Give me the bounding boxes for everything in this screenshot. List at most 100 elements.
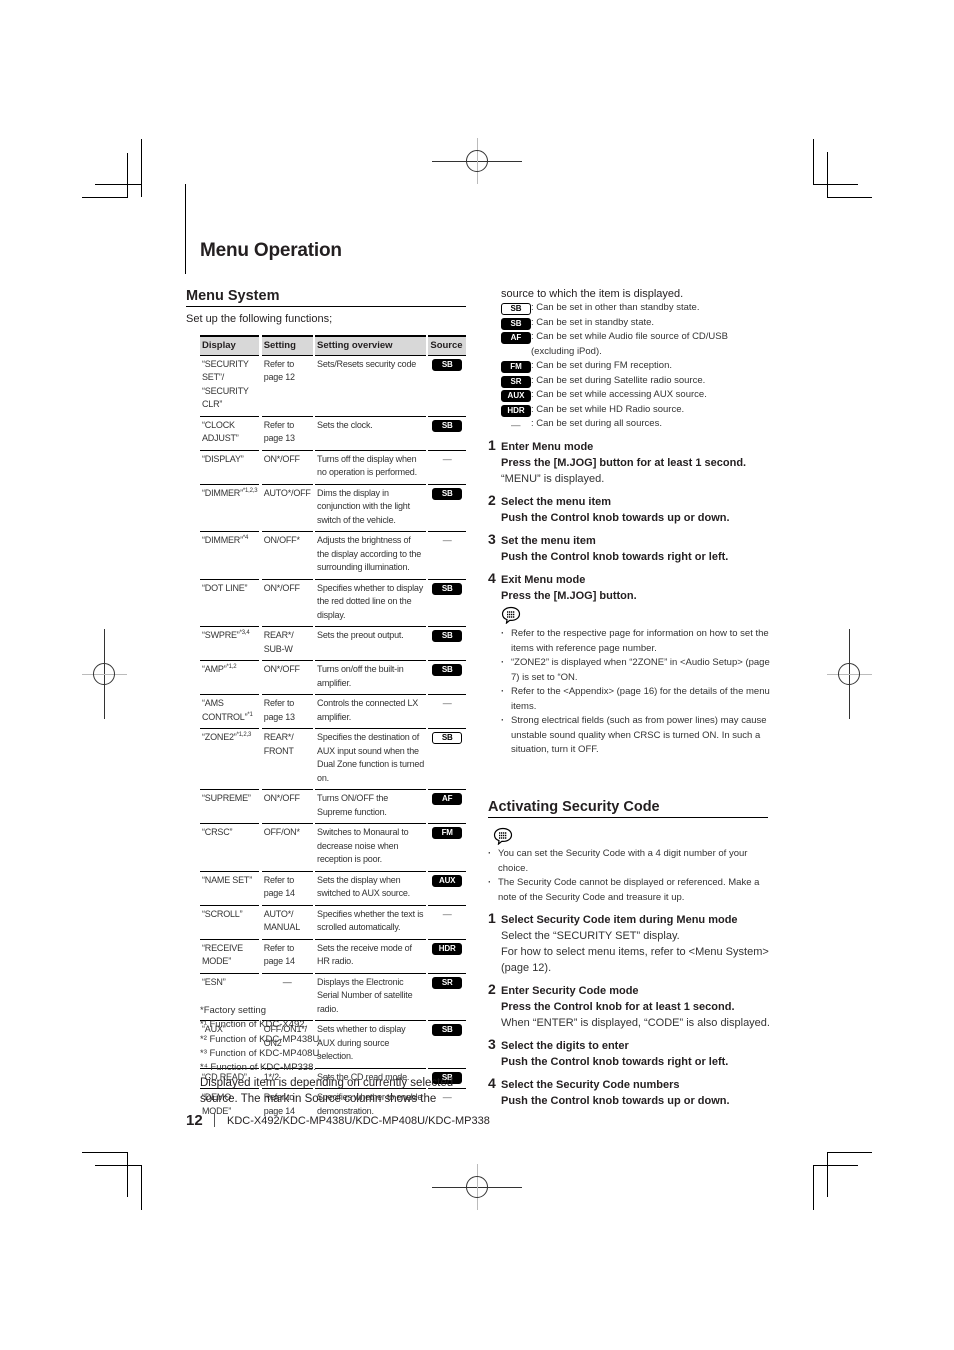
step-action: Press the Control knob for at least 1 se… xyxy=(501,1001,735,1013)
note-item: “ZONE2” is displayed when “2ZONE” in <Au… xyxy=(501,656,771,685)
model-list: KDC-X492/KDC-MP438U/KDC-MP408U/KDC-MP338 xyxy=(227,1115,490,1127)
source-badge: SB xyxy=(432,419,463,432)
step-title: Exit Menu mode xyxy=(501,574,586,586)
display-name: “DISPLAY” xyxy=(202,453,244,464)
footnote-ref: *4 xyxy=(242,535,249,541)
footnote: *² Function of KDC-MP438U. xyxy=(200,1033,322,1045)
title-rule xyxy=(185,184,186,274)
source-badge: SB xyxy=(501,317,531,330)
footnote: *⁴ Function of KDC-MP338. xyxy=(200,1062,317,1074)
column-header-overview: Setting overview xyxy=(315,335,427,356)
display-name: “ESN” xyxy=(202,976,226,987)
display-name: “AMS CONTROL” xyxy=(202,698,248,722)
source-badge: AUX xyxy=(432,874,463,887)
cell-setting: Refer to page 13 xyxy=(261,415,313,450)
step-title: Select Security Code item during Menu mo… xyxy=(501,914,738,926)
step-number: 2 xyxy=(488,492,496,508)
cell-source: — xyxy=(428,531,466,579)
step-number: 2 xyxy=(488,981,496,997)
source-badge: AF xyxy=(432,793,463,805)
legend-text: : Can be set during all sources. xyxy=(531,418,662,429)
cell-source: SB xyxy=(428,578,466,627)
cell-overview: Dims the display in conjunction with the… xyxy=(315,483,427,532)
table-row: “DOT LINE” ON*/OFF Specifies whether to di… xyxy=(200,578,466,627)
legend-text: : Can be set in standby state. xyxy=(531,316,655,328)
cell-overview: Sets/Resets security code xyxy=(315,354,427,416)
table-row: “SCROLL” AUTO*/ MANUAL Specifies whether t… xyxy=(200,904,466,939)
table-row: “CRSC” OFF/ON* Switches to Monaural to dec… xyxy=(200,823,466,871)
step: 4 Exit Menu mode Press the [M.JOG] button. xyxy=(488,570,773,604)
cell-overview: Sets the display when switched to AUX so… xyxy=(315,870,427,905)
footnote-ref: *1,2 xyxy=(226,664,237,670)
note-item: You can set the Security Code with a 4 d… xyxy=(488,847,773,876)
note-item: Refer to the respective page for informa… xyxy=(501,627,771,656)
step-title: Select the Security Code numbers xyxy=(501,1079,680,1091)
section-heading-menu-system: Menu System xyxy=(186,288,466,307)
cell-display: “ZONE2”*1,2,3 xyxy=(200,728,260,790)
display-name: “SUPREME” xyxy=(202,793,251,803)
footnote-ref: *3,4 xyxy=(239,630,250,636)
source-badge: SB xyxy=(432,582,463,595)
source-badge: SB xyxy=(432,487,463,500)
legend-item: SB: Can be set in standby state. xyxy=(501,316,771,331)
cell-overview: Turns on/off the built-in amplifier. xyxy=(315,660,427,695)
source-badge: SB xyxy=(432,630,463,642)
step-title: Enter Menu mode xyxy=(501,441,594,453)
page-title: Menu Operation xyxy=(200,240,342,261)
step-action: Push the Control knob towards right or l… xyxy=(501,1056,729,1068)
cell-source: AUX xyxy=(428,870,466,905)
source-badge: FM xyxy=(501,361,531,373)
cell-overview: Adjusts the brightness of the display ac… xyxy=(315,531,427,579)
all-sources-dash: — xyxy=(511,420,521,431)
table-row: “NAME SET” Refer to page 14 Sets the displ… xyxy=(200,870,466,905)
column-header-source: Source xyxy=(428,335,466,356)
table-row: “SWPRE”*3,4 REAR*/ SUB-W Sets the preout o… xyxy=(200,626,466,661)
source-badge: AF xyxy=(501,332,531,344)
all-sources-dash: — xyxy=(442,453,452,464)
step: 2 Select the menu item Push the Control kn… xyxy=(488,492,773,526)
table-row: “RECEIVE MODE” Refer to page 14 Sets the r… xyxy=(200,938,466,973)
step-number: 4 xyxy=(488,1075,496,1091)
step-number: 3 xyxy=(488,531,496,547)
cell-overview: Specifies whether the text is scrolled a… xyxy=(315,904,427,939)
display-name: “CLOCK ADJUST” xyxy=(202,419,239,444)
cell-overview: Switches to Monaural to decrease noise w… xyxy=(315,823,427,871)
source-badge: SB xyxy=(432,732,463,744)
cell-source: FM xyxy=(428,823,466,871)
display-name: “DOT LINE” xyxy=(202,582,248,593)
cell-setting: REAR*/ SUB-W xyxy=(261,626,313,661)
display-name: “SWPRE” xyxy=(202,630,240,640)
step-action: Push the Control knob towards up or down… xyxy=(501,512,730,524)
cell-display: “CRSC” xyxy=(200,823,260,871)
source-legend: source to which the item is displayed. S… xyxy=(501,288,771,434)
source-badge: SB xyxy=(501,303,531,315)
source-badge: SB xyxy=(432,358,463,371)
legend-text: : Can be set while accessing AUX source. xyxy=(531,389,707,400)
step: 4 Select the Security Code numbers Push th… xyxy=(488,1075,773,1109)
legend-text: : Can be set while HD Radio source. xyxy=(531,403,685,415)
note-item: The Security Code cannot be displayed or… xyxy=(488,876,773,905)
step-number: 1 xyxy=(488,910,496,926)
cell-source: — xyxy=(428,449,466,484)
legend-item: AUX: Can be set while accessing AUX sour… xyxy=(501,388,771,403)
cell-display: “SECURITY SET”/ “SECURITY CLR” xyxy=(200,354,260,416)
step-action: Press the [M.JOG] button for at least 1 … xyxy=(501,457,747,469)
cell-source: SB xyxy=(428,354,466,416)
cell-setting: ON*/OFF xyxy=(261,449,313,484)
cell-setting: Refer to page 14 xyxy=(261,938,313,973)
cell-setting: ON*/OFF xyxy=(261,578,313,627)
source-badge: SR xyxy=(501,375,531,388)
table-row: “SUPREME” ON*/OFF Turns ON/OFF the Supreme… xyxy=(200,789,466,824)
cell-setting: Refer to page 13 xyxy=(261,694,313,729)
cell-display: “RECEIVE MODE” xyxy=(200,938,260,973)
note-item: Strong electrical fields (such as from p… xyxy=(501,714,771,758)
step-number: 1 xyxy=(488,437,496,453)
step: 3 Select the digits to enter Push the Cont… xyxy=(488,1036,773,1070)
column-header-display: Display xyxy=(200,335,260,356)
menu-notes-list: Refer to the respective page for informa… xyxy=(501,627,771,758)
cell-setting: AUTO*/ MANUAL xyxy=(261,904,313,939)
cell-source: SB xyxy=(428,626,466,661)
cell-overview: Turns ON/OFF the Supreme function. xyxy=(315,789,427,824)
footnotes: *Factory setting *¹ Function of KDC-X492… xyxy=(200,1004,453,1107)
cell-overview: Sets the receive mode of HR radio. xyxy=(315,938,427,973)
